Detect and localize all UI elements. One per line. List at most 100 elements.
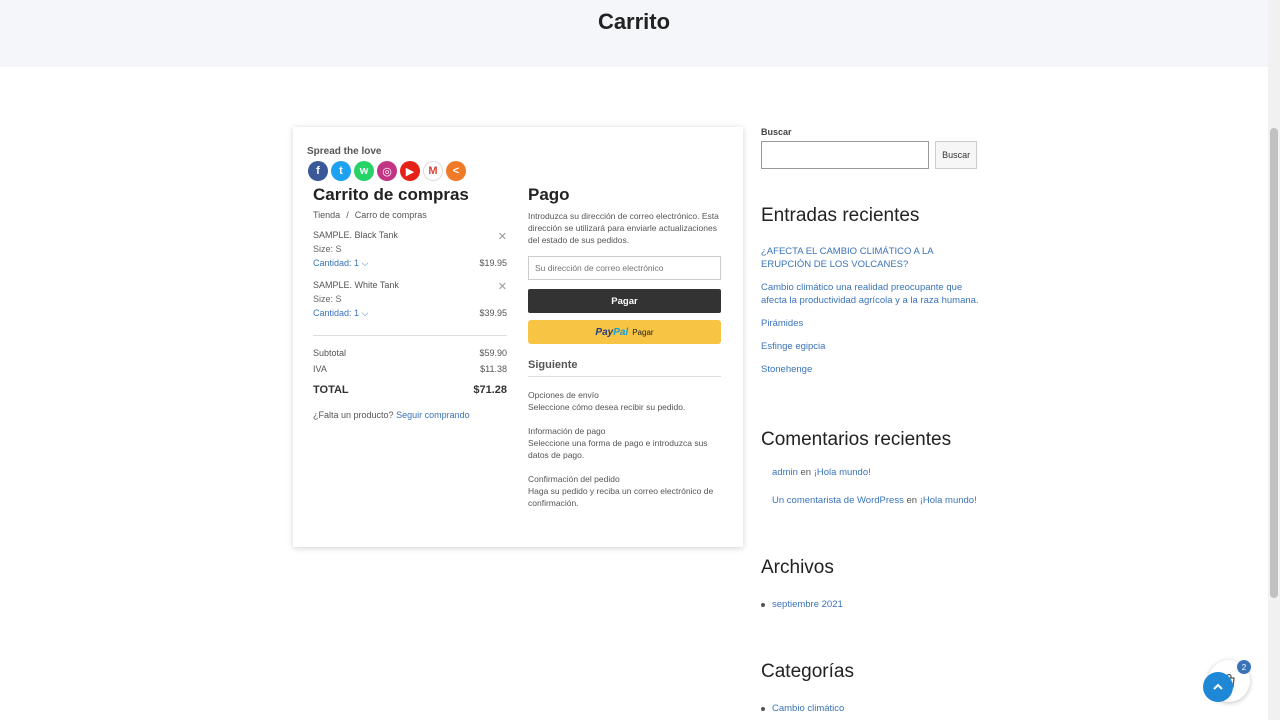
step-text: Haga su pedido y reciba un correo electr…	[528, 486, 714, 508]
comment-item: admin en ¡Hola mundo!	[772, 467, 987, 478]
cart-card: Spread the love f t w ◎ ▶ M < Carrito de…	[293, 127, 743, 547]
category-link[interactable]: Cambio climático	[772, 703, 844, 714]
breadcrumb: Tienda / Carro de compras	[313, 210, 507, 220]
cart-count-badge: 2	[1237, 660, 1251, 674]
item-size: Size: S	[313, 294, 342, 304]
paypal-logo: PayPal	[595, 327, 628, 338]
comment-post-link[interactable]: ¡Hola mundo!	[920, 495, 977, 506]
recent-post-link[interactable]: Esfinge egipcia	[761, 340, 981, 353]
recent-post-link[interactable]: ¿AFECTA EL CAMBIO CLIMÁTICO A LA ERUPCIÓ…	[761, 245, 981, 271]
cart-item: SAMPLE. Black Tank ✕ Size: S Cantidad: 1…	[313, 230, 507, 270]
comment-on: en	[906, 495, 918, 506]
email-field[interactable]	[528, 256, 721, 280]
search-label: Buscar	[761, 127, 792, 137]
subtotal-row: Subtotal $59.90	[313, 345, 507, 361]
list-item: septiembre 2021	[761, 599, 843, 610]
missing-text: ¿Falta un producto?	[313, 410, 394, 420]
item-name: SAMPLE. White Tank	[313, 280, 399, 290]
search-button[interactable]: Buscar	[935, 141, 977, 169]
instagram-icon[interactable]: ◎	[377, 161, 397, 181]
whatsapp-icon[interactable]: w	[354, 161, 374, 181]
bullet-icon	[761, 706, 765, 711]
categories-title: Categorías	[761, 661, 854, 682]
iva-row: IVA $11.38	[313, 361, 507, 377]
iva-value: $11.38	[480, 364, 507, 374]
missing-product: ¿Falta un producto? Seguir comprando	[313, 410, 507, 420]
paypal-brand-1: Pay	[595, 326, 614, 338]
total-label: TOTAL	[313, 384, 349, 396]
comment-author-link[interactable]: Un comentarista de WordPress	[772, 495, 904, 506]
comment-author-link[interactable]: admin	[772, 467, 798, 478]
scroll-to-top-button[interactable]	[1203, 672, 1233, 702]
share-more-icon[interactable]: <	[446, 161, 466, 181]
breadcrumb-tienda[interactable]: Tienda	[313, 210, 340, 220]
next-title: Siguiente	[528, 359, 721, 377]
page-title: Carrito	[597, 9, 671, 34]
bullet-icon	[761, 602, 765, 607]
recent-post-link[interactable]: Stonehenge	[761, 363, 981, 376]
step-confirmation: Confirmación del pedido Haga su pedido y…	[528, 473, 721, 509]
step-payment-info: Información de pago Seleccione una forma…	[528, 425, 721, 461]
step-text: Seleccione cómo desea recibir su pedido.	[528, 402, 686, 412]
categories-list: Cambio climático	[761, 703, 844, 714]
paypal-brand-2: Pal	[613, 326, 629, 338]
chevron-up-icon	[1213, 683, 1223, 690]
comment-item: Un comentarista de WordPress en ¡Hola mu…	[772, 495, 987, 506]
step-title: Información de pago	[528, 426, 606, 436]
list-item: Cambio climático	[761, 703, 844, 714]
archives-list: septiembre 2021	[761, 599, 843, 610]
share-label: Spread the love	[307, 146, 382, 157]
facebook-icon[interactable]: f	[308, 161, 328, 181]
chevron-down-icon: ⌵	[361, 308, 369, 318]
total-value: $71.28	[473, 384, 507, 396]
breadcrumb-current: Carro de compras	[354, 210, 427, 220]
sidebar: Buscar Buscar Entradas recientes ¿AFECTA…	[761, 127, 979, 714]
search-row: Buscar	[761, 141, 977, 169]
comment-post-link[interactable]: ¡Hola mundo!	[814, 467, 871, 478]
recent-posts-list: ¿AFECTA EL CAMBIO CLIMÁTICO A LA ERUPCIÓ…	[761, 245, 981, 386]
paypal-button[interactable]: PayPal Pagar	[528, 320, 721, 344]
scrollbar[interactable]	[1268, 0, 1280, 720]
twitter-icon[interactable]: t	[331, 161, 351, 181]
remove-icon[interactable]: ✕	[498, 230, 507, 243]
chevron-down-icon: ⌵	[361, 258, 369, 268]
quantity-dropdown[interactable]: Cantidad: 1 ⌵	[313, 258, 368, 269]
item-name: SAMPLE. Black Tank	[313, 230, 398, 240]
share-buttons: f t w ◎ ▶ M <	[308, 161, 466, 181]
item-price: $39.95	[479, 308, 507, 318]
scrollbar-thumb[interactable]	[1270, 128, 1278, 598]
quantity-label: Cantidad: 1	[313, 258, 360, 268]
cart-item: SAMPLE. White Tank ✕ Size: S Cantidad: 1…	[313, 280, 507, 320]
payment-description: Introduzca su dirección de correo electr…	[528, 211, 719, 245]
remove-icon[interactable]: ✕	[498, 280, 507, 293]
subtotal-label: Subtotal	[313, 348, 347, 358]
continue-shopping-link[interactable]: Seguir comprando	[396, 410, 470, 420]
archive-link[interactable]: septiembre 2021	[772, 599, 843, 610]
quantity-label: Cantidad: 1	[313, 308, 360, 318]
archives-title: Archivos	[761, 557, 834, 578]
total-row: TOTAL $71.28	[313, 380, 507, 400]
payment-column: Pago Introduzca su dirección de correo e…	[528, 185, 721, 509]
iva-label: IVA	[313, 364, 327, 374]
totals: Subtotal $59.90 IVA $11.38 TOTAL $71.28	[313, 345, 507, 400]
subtotal-value: $59.90	[479, 348, 507, 358]
pay-button[interactable]: Pagar	[528, 289, 721, 313]
quantity-dropdown[interactable]: Cantidad: 1 ⌵	[313, 308, 368, 319]
recent-post-link[interactable]: Pirámides	[761, 317, 981, 330]
paypal-label: Pagar	[632, 327, 654, 337]
step-text: Seleccione una forma de pago e introduzc…	[528, 438, 708, 460]
step-shipping: Opciones de envío Seleccione cómo desea …	[528, 389, 721, 413]
recent-comments-title: Comentarios recientes	[761, 429, 952, 450]
youtube-icon[interactable]: ▶	[400, 161, 420, 181]
step-title: Opciones de envío	[528, 390, 599, 400]
page-header: Carrito	[0, 0, 1268, 67]
cart-title: Carrito de compras	[313, 185, 469, 204]
divider	[313, 335, 507, 336]
step-title: Confirmación del pedido	[528, 474, 620, 484]
recent-post-link[interactable]: Cambio climático una realidad preocupant…	[761, 281, 981, 307]
payment-title: Pago	[528, 185, 570, 204]
recent-comments-list: admin en ¡Hola mundo! Un comentarista de…	[772, 467, 987, 523]
gmail-icon[interactable]: M	[423, 161, 443, 181]
item-price: $19.95	[479, 258, 507, 268]
search-input[interactable]	[761, 141, 930, 169]
